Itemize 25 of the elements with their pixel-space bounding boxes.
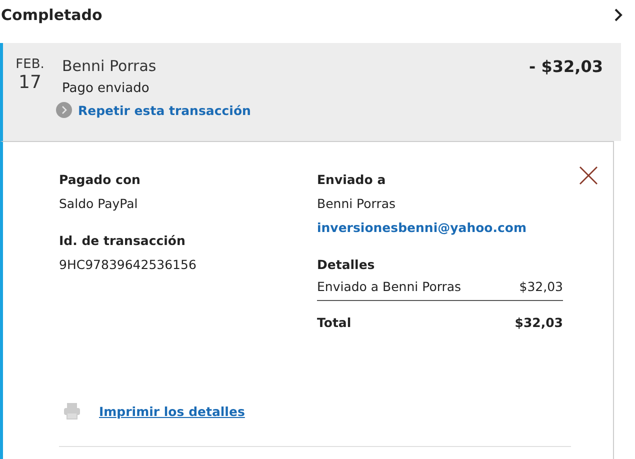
field-value: Benni Porras <box>317 196 397 211</box>
line-item-amount: $32,03 <box>519 279 563 294</box>
chevron-right-icon[interactable] <box>614 8 623 22</box>
date-month: FEB. <box>16 57 44 72</box>
printer-icon <box>63 402 81 420</box>
transaction-summary[interactable]: FEB. 17 Benni Porras Pago enviado Repetir esta transacción - $32,03 <box>0 43 621 141</box>
field-label: Detalles <box>317 257 376 272</box>
field-label: Enviado a <box>317 172 387 187</box>
chevron-circle-icon <box>56 102 72 118</box>
field-value: Saldo PayPal <box>59 196 139 211</box>
total-amount: $32,03 <box>514 315 563 330</box>
section-title: Completado <box>1 6 102 24</box>
date-day: 17 <box>18 72 42 93</box>
line-item-description: Enviado a Benni Porras <box>317 279 462 294</box>
email-link[interactable]: inversionesbenni@yahoo.com <box>317 220 563 235</box>
field-label: Pagado con <box>59 172 142 187</box>
field-value: 9HC97839642536156 <box>59 257 198 272</box>
close-icon[interactable] <box>579 166 598 185</box>
total-label: Total <box>317 315 352 330</box>
field-label: Id. de transacción <box>59 233 186 248</box>
payee-name: Benni Porras <box>62 57 158 75</box>
repeat-transaction-link[interactable]: Repetir esta transacción <box>78 102 251 118</box>
transaction-status: Pago enviado <box>62 81 150 96</box>
transaction-amount: - $32,03 <box>529 57 603 78</box>
print-details-link[interactable]: Imprimir los detalles <box>99 404 245 418</box>
